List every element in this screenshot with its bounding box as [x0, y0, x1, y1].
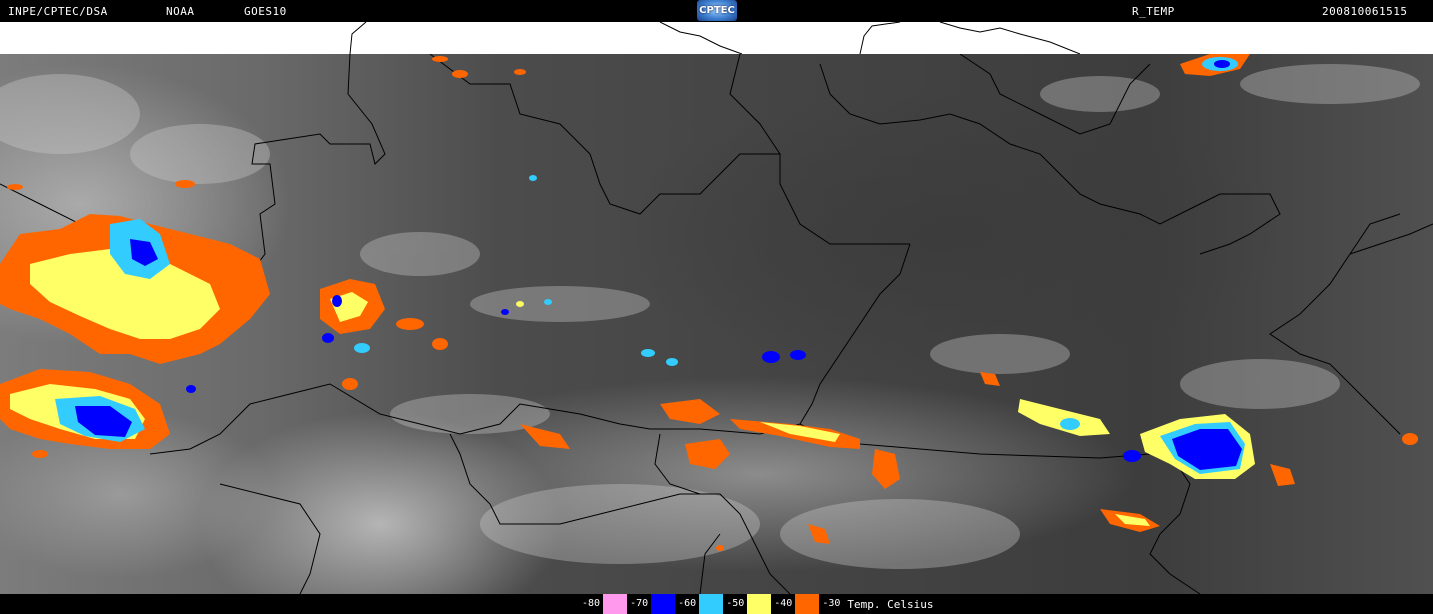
legend-value: -60	[675, 594, 700, 614]
product-label: R_TEMP	[1132, 5, 1175, 18]
legend-value: -50	[723, 594, 748, 614]
source-label: NOAA	[166, 5, 195, 18]
legend-value: -40	[771, 594, 796, 614]
legend-swatch	[699, 594, 724, 614]
timestamp-label: 200810061515	[1322, 5, 1408, 18]
legend-swatch	[747, 594, 772, 614]
legend-item: -80	[579, 594, 628, 614]
legend-title: Temp. Celsius	[847, 597, 934, 611]
white-band	[0, 21, 1433, 55]
legend-swatch	[651, 594, 676, 614]
legend-item: -60	[675, 594, 724, 614]
legend-value: -80	[579, 594, 604, 614]
temperature-legend: -80 -70 -60 -50 -40 -30 Temp. Celsius	[579, 594, 933, 614]
legend-value: -30	[819, 594, 844, 614]
legend-swatch	[603, 594, 628, 614]
legend-item: -30	[819, 594, 844, 614]
agency-label: INPE/CPTEC/DSA	[8, 5, 108, 18]
legend-item: -50	[723, 594, 772, 614]
legend-item: -70	[627, 594, 676, 614]
satellite-label: GOES10	[244, 5, 287, 18]
cptec-logo: CPTEC	[697, 0, 737, 21]
legend-swatch	[795, 594, 820, 614]
logo-text: CPTEC	[699, 5, 735, 16]
header-bar: INPE/CPTEC/DSA NOAA GOES10 CPTEC R_TEMP …	[0, 0, 1433, 22]
legend-value: -70	[627, 594, 652, 614]
coast-outline-top	[349, 21, 1081, 55]
satellite-image	[0, 54, 1433, 594]
map-layer	[0, 54, 1433, 594]
legend-item: -40	[771, 594, 820, 614]
